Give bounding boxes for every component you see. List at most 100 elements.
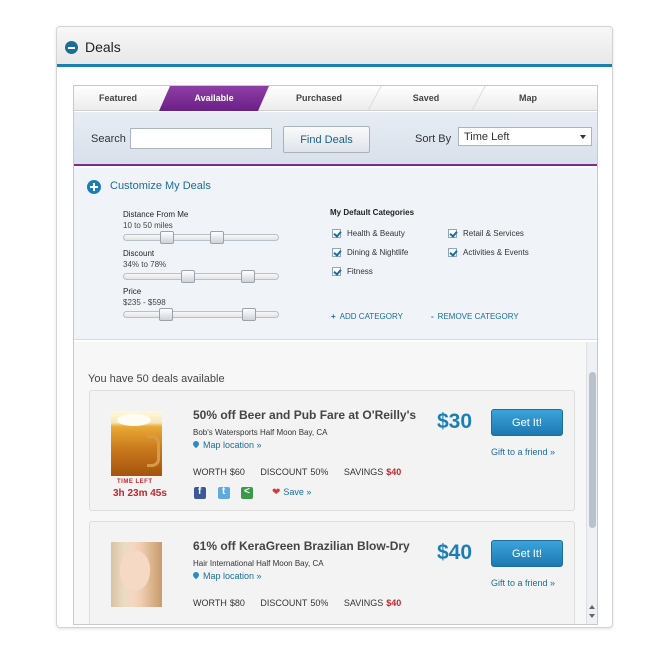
deal-image-hair[interactable] xyxy=(111,542,162,607)
tab-bar: Featured Available Purchased Saved Map xyxy=(74,86,597,111)
slider-value: 34% to 78% xyxy=(123,260,167,269)
remove-category-link[interactable]: - REMOVE CATEGORY xyxy=(431,312,519,321)
checkbox-checked[interactable] xyxy=(332,248,341,257)
distance-slider-group: Distance From Me 10 to 50 miles xyxy=(123,210,279,244)
deals-list: You have 50 deals available TIME LEFT 3h… xyxy=(74,342,586,624)
slider-thumb-low[interactable] xyxy=(159,308,173,321)
share-icon[interactable] xyxy=(241,486,253,499)
get-it-button[interactable]: Get It! xyxy=(491,540,563,567)
tab-featured[interactable]: Featured xyxy=(74,86,162,111)
sort-by-select[interactable]: Time Left xyxy=(458,127,592,146)
expand-plus-icon[interactable] xyxy=(87,180,101,194)
time-left-value: 3h 23m 45s xyxy=(113,488,167,499)
worth-value: $80 xyxy=(229,598,245,608)
category-label: Dining & Nightlife xyxy=(347,248,409,257)
discount-label: DISCOUNT xyxy=(260,467,308,477)
categories-title: My Default Categories xyxy=(330,208,415,217)
get-it-button[interactable]: Get It! xyxy=(491,409,563,436)
category-fitness[interactable]: Fitness xyxy=(332,267,373,276)
checkbox-checked[interactable] xyxy=(332,267,341,276)
customize-section: Customize My Deals Distance From Me 10 t… xyxy=(74,168,597,340)
slider-title: Distance From Me xyxy=(123,210,189,219)
heart-icon: ❤ xyxy=(272,487,281,498)
savings-label: SAVINGS xyxy=(343,598,384,608)
scroll-up-arrow-icon[interactable] xyxy=(589,605,595,609)
discount-slider[interactable] xyxy=(123,270,279,283)
sort-by-value: Time Left xyxy=(464,131,510,143)
save-label: Save » xyxy=(283,487,312,497)
checkbox-checked[interactable] xyxy=(448,248,457,257)
gift-to-friend-link[interactable]: Gift to a friend » xyxy=(491,578,555,588)
slider-thumb-high[interactable] xyxy=(210,231,224,244)
deal-price: $40 xyxy=(437,541,473,564)
chevron-down-icon xyxy=(580,135,586,139)
gift-to-friend-link[interactable]: Gift to a friend » xyxy=(491,447,555,457)
category-label: Fitness xyxy=(347,267,373,276)
sort-by-label: Sort By xyxy=(415,133,452,145)
category-label: Retail & Services xyxy=(463,229,524,238)
category-health-beauty[interactable]: Health & Beauty xyxy=(332,229,405,238)
map-pin-icon xyxy=(191,439,201,449)
slider-thumb-high[interactable] xyxy=(242,308,256,321)
deals-widget: Featured Available Purchased Saved Map S… xyxy=(73,85,598,625)
twitter-icon[interactable] xyxy=(218,486,230,499)
map-location-label: Map location » xyxy=(203,440,262,450)
tab-available[interactable]: Available xyxy=(159,86,269,111)
category-retail-services[interactable]: Retail & Services xyxy=(448,229,524,238)
discount-slider-group: Discount 34% to 78% xyxy=(123,249,279,283)
deal-stats: WORTH $80 DISCOUNT 50% SAVINGS $40 xyxy=(193,598,414,608)
deal-title[interactable]: 50% off Beer and Pub Fare at O'Reilly's xyxy=(193,408,416,422)
slider-value: 10 to 50 miles xyxy=(123,221,173,230)
tab-purchased[interactable]: Purchased xyxy=(267,86,371,111)
remove-category-label: REMOVE CATEGORY xyxy=(437,312,519,321)
deal-image-beer[interactable] xyxy=(111,411,162,476)
scroll-down-arrow-icon[interactable] xyxy=(589,614,595,618)
panel-header: Deals xyxy=(57,27,612,67)
worth-label: WORTH xyxy=(193,598,227,608)
price-slider-group: Price $235 - $598 xyxy=(123,287,279,321)
category-dining-nightlife[interactable]: Dining & Nightlife xyxy=(332,248,408,257)
savings-value: $40 xyxy=(386,467,402,477)
deal-stats: WORTH $60 DISCOUNT 50% SAVINGS $40 xyxy=(193,467,414,477)
deal-card: 61% off KeraGreen Brazilian Blow-Dry Hai… xyxy=(89,521,575,624)
map-location-label: Map location » xyxy=(203,571,262,581)
add-category-label: ADD CATEGORY xyxy=(339,312,403,321)
facebook-icon[interactable] xyxy=(194,486,206,499)
category-activities-events[interactable]: Activities & Events xyxy=(448,248,529,257)
slider-thumb-low[interactable] xyxy=(160,231,174,244)
discount-value: 50% xyxy=(310,467,329,477)
tab-saved[interactable]: Saved xyxy=(374,86,478,111)
scrollbar-thumb[interactable] xyxy=(589,372,596,528)
category-label: Activities & Events xyxy=(463,248,529,257)
price-slider[interactable] xyxy=(123,308,279,321)
plus-icon: + xyxy=(331,312,336,321)
deal-title[interactable]: 61% off KeraGreen Brazilian Blow-Dry xyxy=(193,539,410,553)
map-location-link[interactable]: Map location » xyxy=(191,439,262,450)
deals-panel: Deals Featured Available Purchased Saved… xyxy=(56,26,613,628)
worth-label: WORTH xyxy=(193,467,227,477)
scrollbar[interactable] xyxy=(586,342,597,624)
slider-thumb-high[interactable] xyxy=(241,270,255,283)
customize-title[interactable]: Customize My Deals xyxy=(110,180,211,192)
collapse-icon[interactable] xyxy=(65,41,78,54)
discount-value: 50% xyxy=(310,598,329,608)
checkbox-checked[interactable] xyxy=(448,229,457,238)
discount-label: DISCOUNT xyxy=(260,598,308,608)
map-location-link[interactable]: Map location » xyxy=(191,570,262,581)
search-input[interactable] xyxy=(130,128,272,149)
slider-value: $235 - $598 xyxy=(123,298,166,307)
slider-title: Price xyxy=(123,287,142,296)
save-link[interactable]: ❤ Save » xyxy=(272,487,311,498)
deal-merchant: Bob's Watersports Half Moon Bay, CA xyxy=(193,428,328,437)
time-left-label: TIME LEFT xyxy=(117,479,153,485)
minus-icon: - xyxy=(431,312,434,321)
panel-title: Deals xyxy=(85,39,121,55)
find-deals-button[interactable]: Find Deals xyxy=(283,126,370,153)
slider-thumb-low[interactable] xyxy=(181,270,195,283)
distance-slider[interactable] xyxy=(123,231,279,244)
add-category-link[interactable]: + ADD CATEGORY xyxy=(331,312,403,321)
tab-map[interactable]: Map xyxy=(478,86,578,111)
slider-title: Discount xyxy=(123,249,155,258)
checkbox-checked[interactable] xyxy=(332,229,341,238)
deal-merchant: Hair International Half Moon Bay, CA xyxy=(193,559,324,568)
